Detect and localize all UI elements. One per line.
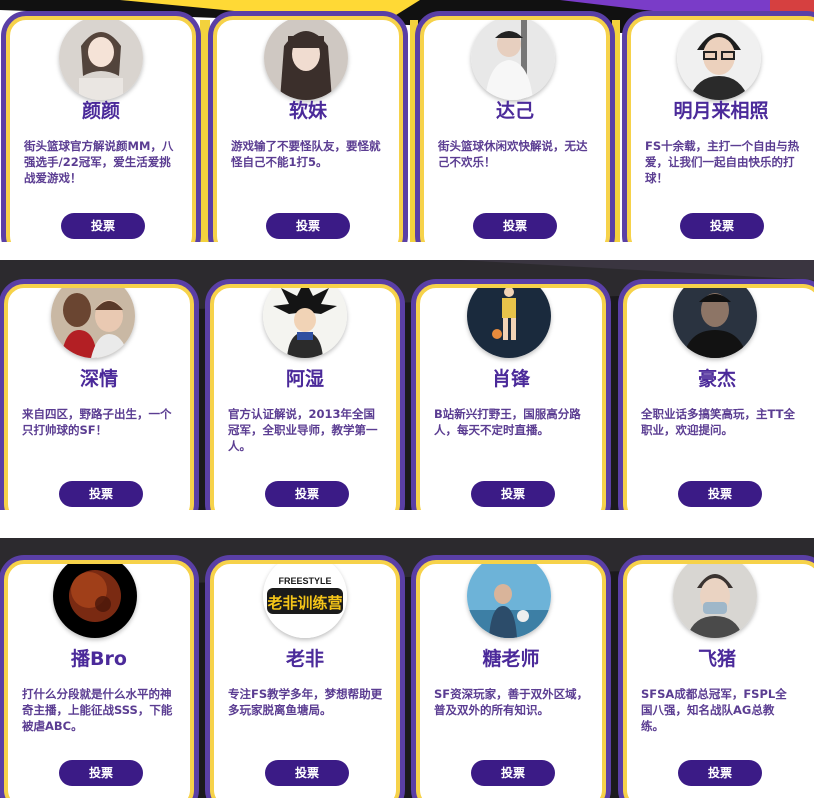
avatar-freestyle-logo: FREESTYLE 老非训练营 xyxy=(263,564,347,638)
streamer-card: 肖锋 B站新兴打野王，国服高分路人，每天不定时直播。 投票 xyxy=(416,284,606,510)
streamer-description: 打什么分段就是什么水平的神奇主播，上能征战SSS，下能被虐ABC。 xyxy=(22,687,173,733)
streamer-description: SFSA成都总冠军，FSPL全国八强，知名战队AG总教练。 xyxy=(641,687,787,733)
vote-button[interactable]: 投票 xyxy=(471,481,555,507)
freestyle-logo-caption: FREESTYLE xyxy=(278,576,331,586)
vote-button[interactable]: 投票 xyxy=(59,481,143,507)
avatar-woman-photo xyxy=(59,20,143,100)
vote-button[interactable]: 投票 xyxy=(59,760,143,786)
row-3: 播Bro 打什么分段就是什么水平的神奇主播，上能征战SSS，下能被虐ABC。 投… xyxy=(0,538,814,798)
vote-button[interactable]: 投票 xyxy=(266,213,350,239)
streamer-description: 全职业话多搞笑高玩，主TT全职业，欢迎提问。 xyxy=(641,407,795,437)
streamer-card: 飞猪 SFSA成都总冠军，FSPL全国八强，知名战队AG总教练。 投票 xyxy=(623,560,814,798)
streamer-description: FS十余载，主打一个自由与热爱，让我们一起自由快乐的打球！ xyxy=(645,139,800,185)
avatar-man-cap-photo xyxy=(471,20,555,100)
streamer-name: 播Bro xyxy=(71,648,127,670)
streamer-description: SF资深玩家，善于双外区域，普及双外的所有知识。 xyxy=(434,687,589,717)
avatar-dark-man-photo xyxy=(673,288,757,358)
streamer-card: 深情 来自四区，野路子出生，一个只打帅球的SF！ 投票 xyxy=(4,284,194,510)
streamer-name: 颜颜 xyxy=(81,100,120,122)
row-1: 颜颜 街头篮球官方解说颜MM，八强选手/22冠军，爱生活爱挑战爱游戏！ 投票 软… xyxy=(0,0,814,242)
streamer-description: 游戏输了不要怪队友，要怪就怪自己不能1打5。 xyxy=(231,139,381,169)
avatar-basketball-player-figure xyxy=(467,288,551,358)
streamer-name: 肖锋 xyxy=(491,368,530,390)
streamer-card: 糖老师 SF资深玩家，善于双外区域，普及双外的所有知识。 投票 xyxy=(416,560,606,798)
row-2: 深情 来自四区，野路子出生，一个只打帅球的SF！ 投票 阿湿 官方认证解说，20… xyxy=(0,260,814,510)
vote-button[interactable]: 投票 xyxy=(678,481,762,507)
avatar-girl-photo xyxy=(264,20,348,100)
streamer-name: 明月来相照 xyxy=(673,100,769,122)
streamer-card: 阿湿 官方认证解说，2013年全国冠军，全职业导师，教学第一人。 投票 xyxy=(210,284,400,510)
streamer-name: 阿湿 xyxy=(285,368,324,390)
streamer-name: 飞猪 xyxy=(697,648,736,670)
streamer-name: 糖老师 xyxy=(482,648,540,670)
streamer-name: 老非 xyxy=(285,648,324,670)
streamer-card: 播Bro 打什么分段就是什么水平的神奇主播，上能征战SSS，下能被虐ABC。 投… xyxy=(4,560,194,798)
streamer-card: 达己 街头篮球休闲欢快解说，无达己不欢乐！ 投票 xyxy=(420,16,610,242)
streamer-card: 明月来相照 FS十余载，主打一个自由与热爱，让我们一起自由快乐的打球！ 投票 xyxy=(627,16,814,242)
avatar-planet-dark xyxy=(53,564,137,638)
streamer-description: 街头篮球官方解说颜MM，八强选手/22冠军，爱生活爱挑战爱游戏！ xyxy=(24,139,174,185)
avatar-anime-character xyxy=(263,288,347,358)
streamer-name: 软妹 xyxy=(288,100,327,122)
vote-button[interactable]: 投票 xyxy=(678,760,762,786)
streamer-description: B站新兴打野王，国服高分路人，每天不定时直播。 xyxy=(434,407,581,437)
avatar-man-mask-photo xyxy=(673,564,757,638)
streamer-name: 豪杰 xyxy=(697,368,736,390)
streamer-card: 软妹 游戏输了不要怪队友，要怪就怪自己不能1打5。 投票 xyxy=(213,16,403,242)
vote-button[interactable]: 投票 xyxy=(265,481,349,507)
freestyle-logo-title: 老非训练营 xyxy=(266,594,342,612)
streamer-name: 深情 xyxy=(79,368,118,390)
avatar-man-glasses-photo xyxy=(677,20,761,100)
streamer-card: 豪杰 全职业话多搞笑高玩，主TT全职业，欢迎提问。 投票 xyxy=(623,284,814,510)
avatar-two-men-photo xyxy=(51,288,135,358)
vote-button[interactable]: 投票 xyxy=(471,760,555,786)
streamer-name: 达己 xyxy=(495,100,534,122)
vote-button[interactable]: 投票 xyxy=(680,213,764,239)
streamer-description: 街头篮球休闲欢快解说，无达己不欢乐！ xyxy=(438,139,588,169)
streamer-card: 颜颜 街头篮球官方解说颜MM，八强选手/22冠军，爱生活爱挑战爱游戏！ 投票 xyxy=(6,16,196,242)
vote-button[interactable]: 投票 xyxy=(265,760,349,786)
vote-button[interactable]: 投票 xyxy=(473,213,557,239)
vote-button[interactable]: 投票 xyxy=(61,213,145,239)
streamer-description: 官方认证解说，2013年全国冠军，全职业导师，教学第一人。 xyxy=(228,407,378,453)
streamer-description: 来自四区，野路子出生，一个只打帅球的SF！ xyxy=(22,407,172,437)
avatar-blue-sky-photo xyxy=(467,564,551,638)
streamer-description: 专注FS教学多年，梦想帮助更多玩家脱离鱼塘局。 xyxy=(228,687,383,717)
streamer-card: FREESTYLE 老非训练营 老非 专注FS教学多年，梦想帮助更多玩家脱离鱼塘… xyxy=(210,560,400,798)
